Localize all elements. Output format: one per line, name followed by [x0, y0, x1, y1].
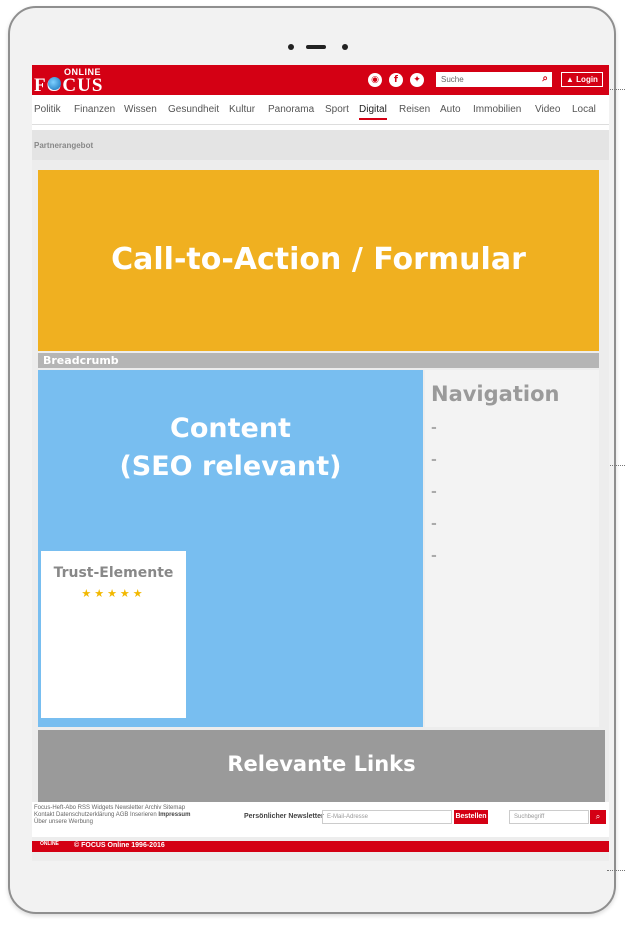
- nav-item-immobilien[interactable]: Immobilien: [473, 104, 521, 115]
- partner-label: Partnerangebot: [34, 141, 94, 150]
- footer-search-input[interactable]: Suchbegriff: [509, 810, 589, 824]
- newsletter-subscribe-button[interactable]: Bestellen: [454, 810, 488, 824]
- sidebar-nav-item[interactable]: -: [431, 516, 437, 532]
- rating-stars-icon: ★★★★★: [81, 588, 146, 600]
- sidebar-nav-item[interactable]: -: [431, 420, 437, 436]
- trust-title: Trust-Elemente: [53, 565, 174, 581]
- footer: Focus-Heft-Abo RSS Widgets Newsletter Ar…: [32, 802, 609, 837]
- top-header: ONLINE FOCUS ◉ f ✦ Suche ⌕ ▲ Login: [32, 65, 609, 97]
- footer-links[interactable]: Focus-Heft-Abo RSS Widgets Newsletter Ar…: [34, 805, 190, 826]
- nav-item-panorama[interactable]: Panorama: [268, 104, 314, 115]
- nav-item-reisen[interactable]: Reisen: [399, 104, 430, 115]
- footer-links-row1[interactable]: Focus-Heft-Abo RSS Widgets Newsletter Ar…: [34, 805, 190, 812]
- podcast-icon[interactable]: ◉: [368, 73, 382, 87]
- nav-item-gesundheit[interactable]: Gesundheit: [168, 104, 219, 115]
- sidebar-navigation: Navigation - - - - -: [425, 370, 599, 727]
- nav-item-finanzen[interactable]: Finanzen: [74, 104, 115, 115]
- nav-item-kultur[interactable]: Kultur: [229, 104, 255, 115]
- relevant-links-block[interactable]: Relevante Links: [38, 730, 605, 802]
- cta-title: Call-to-Action / Formular: [111, 242, 526, 277]
- search-icon[interactable]: ⌕: [542, 73, 548, 84]
- focus-logo[interactable]: FOCUS: [34, 75, 103, 97]
- footer-search-placeholder: Suchbegriff: [514, 814, 545, 820]
- facebook-icon[interactable]: f: [389, 73, 403, 87]
- website-screen: ONLINE FOCUS ◉ f ✦ Suche ⌕ ▲ Login Polit…: [32, 65, 609, 861]
- footer-links-row2[interactable]: Kontakt Datenschutzerklärung AGB Inserie…: [34, 812, 158, 818]
- sidebar-nav-item[interactable]: -: [431, 548, 437, 564]
- annotation-dotline: [607, 870, 625, 871]
- breadcrumb-label: Breadcrumb: [43, 354, 119, 367]
- content-title: Content (SEO relevant): [38, 410, 423, 486]
- login-button[interactable]: ▲ Login: [561, 72, 603, 87]
- seo-content-block: Content (SEO relevant) Trust-Elemente ★★…: [38, 370, 423, 727]
- content-title-line1: Content: [170, 413, 291, 444]
- email-placeholder: E-Mail-Adresse: [327, 814, 369, 820]
- nav-item-politik[interactable]: Politik: [34, 104, 61, 115]
- globe-icon: [48, 77, 61, 90]
- cta-form-block[interactable]: Call-to-Action / Formular: [38, 170, 599, 351]
- sensor-dot: [342, 44, 348, 50]
- speaker-bar: [306, 45, 326, 49]
- nav-item-sport[interactable]: Sport: [325, 104, 349, 115]
- search-placeholder: Suche: [441, 75, 464, 84]
- relevant-links-title: Relevante Links: [227, 752, 416, 776]
- nav-item-digital[interactable]: Digital: [359, 104, 387, 120]
- nav-item-video[interactable]: Video: [535, 104, 560, 115]
- newsletter-label: Persönlicher Newsletter: [244, 813, 324, 820]
- login-label: Login: [576, 75, 598, 84]
- user-icon: ▲: [566, 75, 577, 84]
- sidebar-nav-item[interactable]: -: [431, 484, 437, 500]
- content-title-line2: (SEO relevant): [119, 451, 342, 482]
- trust-elements-box: Trust-Elemente ★★★★★: [41, 551, 186, 718]
- twitter-icon[interactable]: ✦: [410, 73, 424, 87]
- main-navigation: Politik Finanzen Wissen Gesundheit Kultu…: [32, 95, 609, 125]
- newsletter-email-input[interactable]: E-Mail-Adresse: [322, 810, 452, 824]
- copyright-text: © FOCUS Online 1996-2016: [74, 842, 165, 849]
- annotation-dotline: [607, 465, 625, 466]
- footer-links-row3[interactable]: Über unsere Werbung: [34, 819, 190, 826]
- nav-item-wissen[interactable]: Wissen: [124, 104, 157, 115]
- partner-bar: Partnerangebot: [32, 130, 609, 160]
- search-input[interactable]: Suche ⌕: [436, 72, 552, 87]
- camera-dot: [288, 44, 294, 50]
- bottom-bar: ONLINE © FOCUS Online 1996-2016: [32, 841, 609, 852]
- footer-impressum-link[interactable]: Impressum: [158, 812, 190, 818]
- mini-logo: ONLINE: [40, 841, 59, 847]
- search-icon[interactable]: ⌕: [590, 810, 606, 824]
- breadcrumb[interactable]: Breadcrumb: [38, 353, 599, 368]
- annotation-dotline: [607, 89, 625, 90]
- nav-item-auto[interactable]: Auto: [440, 104, 461, 115]
- sidebar-nav-item[interactable]: -: [431, 452, 437, 468]
- sidebar-title: Navigation: [431, 382, 560, 406]
- nav-item-local[interactable]: Local: [572, 104, 596, 115]
